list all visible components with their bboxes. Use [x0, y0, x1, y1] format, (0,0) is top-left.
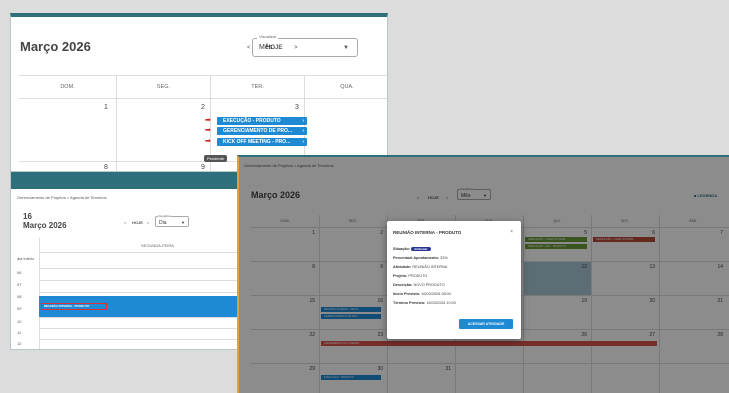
- prev-button[interactable]: <: [124, 220, 126, 225]
- view-select[interactable]: Visualizar Mês ▼: [252, 34, 358, 57]
- day-number[interactable]: 2: [201, 104, 205, 111]
- activity-modal: REUNIÃO INTERNA - PRODUTO × Situação: At…: [387, 221, 521, 339]
- calendar-event[interactable]: REUNIÃO INTERNA - PRODUTO: [41, 303, 107, 310]
- month-calendar-modal-panel: Gerenciamento de Projetos > Agenda de Te…: [237, 155, 729, 393]
- prev-button[interactable]: <: [247, 45, 251, 51]
- project-row: Projeto: PRODUTO: [393, 274, 428, 278]
- calendar-event[interactable]: GERENCIAMENTO DE PRO... ›: [217, 127, 307, 135]
- view-select[interactable]: Visualizar Dia ▼: [155, 214, 189, 227]
- calendar-event[interactable]: EXECUÇÃO - PRODUTO ›: [217, 117, 307, 125]
- view-select-value: Mês: [259, 44, 273, 51]
- day-number[interactable]: 8: [104, 164, 108, 171]
- day-number[interactable]: 9: [201, 164, 205, 171]
- allday-label: dia inteiro: [17, 256, 35, 261]
- hour-label: 08: [17, 294, 22, 299]
- status-tooltip: Pendente: [204, 155, 228, 162]
- calendar-title: Março 2026: [20, 39, 91, 54]
- weekday-header: TER.: [210, 76, 304, 98]
- description-row: Descrição: NOVO PRODUTO: [393, 283, 445, 287]
- pending-marker-icon: ➡: [205, 138, 211, 145]
- hour-label: 06: [17, 270, 22, 275]
- view-select-label: Visualizar: [158, 214, 171, 218]
- day-column-header: SEGUNDA-FEIRA: [141, 243, 174, 248]
- start-row: Início Previsto: 16/03/2026 08:00: [393, 292, 451, 296]
- view-select-value: Dia: [159, 220, 167, 226]
- end-row: Término Previsto: 16/03/2026 10:00: [393, 301, 456, 305]
- chevron-down-icon: ▼: [343, 45, 349, 51]
- hour-label: 09: [17, 306, 22, 311]
- calendar-title: 16 Março 2026: [23, 212, 67, 230]
- weekday-header: SEG.: [116, 76, 210, 98]
- day-number[interactable]: 3: [295, 104, 299, 111]
- day-number[interactable]: 1: [104, 104, 108, 111]
- status-row: Situação: Atribuído: [393, 247, 431, 251]
- percent-row: Percentual Apontamento: 33%: [393, 256, 448, 260]
- close-icon[interactable]: ×: [510, 229, 513, 235]
- chevron-down-icon: ▼: [181, 220, 185, 225]
- hour-label: 12: [17, 341, 22, 346]
- pending-marker-icon: ➡: [205, 117, 211, 124]
- hour-label: 11: [17, 330, 22, 335]
- calendar-event[interactable]: KICK OFF MEETING - PRO... ›: [217, 138, 307, 146]
- weekday-header: DOM.: [60, 84, 75, 90]
- pending-marker-icon: ➡: [205, 127, 211, 134]
- activity-row: Atividade: REUNIÃO INTERNA: [393, 265, 448, 269]
- today-button[interactable]: HOJE: [132, 220, 143, 225]
- day-calendar-panel: Gerenciamento de Projetos > Agenda de Te…: [10, 171, 250, 350]
- access-activity-button[interactable]: ACESSAR ATIVIDADE: [459, 319, 513, 329]
- app-header: [11, 172, 249, 189]
- view-select-label: Visualizar: [257, 34, 279, 39]
- breadcrumb[interactable]: Gerenciamento de Projetos > Agenda de Te…: [17, 195, 107, 200]
- modal-title: REUNIÃO INTERNA - PRODUTO: [393, 230, 462, 235]
- hour-label: 10: [17, 319, 22, 324]
- month-calendar-panel: Março 2026 < HOJE > Visualizar Mês ▼ DOM…: [10, 13, 388, 178]
- status-badge: Atribuído: [411, 247, 431, 251]
- next-button[interactable]: >: [147, 220, 149, 225]
- weekday-header: QUA.: [304, 76, 387, 98]
- hour-label: 07: [17, 282, 22, 287]
